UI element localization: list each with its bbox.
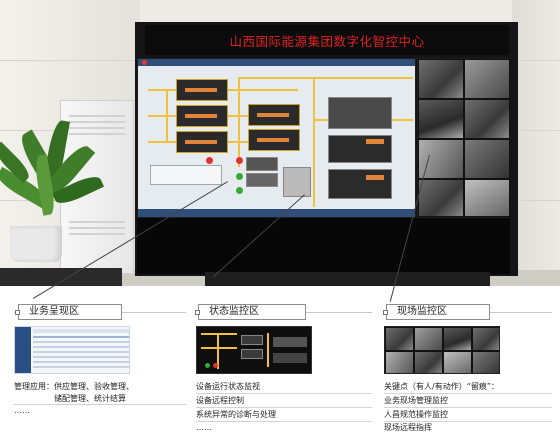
- control-room-photo: 山西国际能源集团数字化智控中心: [0, 0, 560, 286]
- right-wall: [512, 0, 560, 286]
- lower-panel: [137, 218, 510, 274]
- process-screen: [137, 58, 416, 218]
- zone-3-thumbnail: [384, 326, 500, 374]
- zone-3-item-4: 现场远程指挥: [384, 423, 432, 432]
- zone-3-item-3: 人昌规范操作监控: [384, 410, 448, 419]
- zone-3-item-1: 关键点（有人/有动作）“留痕”：: [384, 382, 499, 391]
- zone-1-thumbnail: [14, 326, 130, 374]
- cctv-grid: [417, 58, 510, 218]
- zone-3-item-2: 业务现场管理监控: [384, 396, 448, 405]
- zone-2-label: 状态监控区: [195, 304, 306, 320]
- desk-left: [0, 268, 122, 286]
- zone-1-label: 业务呈现区: [15, 304, 122, 320]
- zone-2-thumbnail: [196, 326, 312, 374]
- zone-2-item-2: 设备远程控制: [196, 396, 244, 405]
- zone-2-item-more: ……: [196, 423, 212, 432]
- zone-2-item-1: 设备运行状态监视: [196, 382, 260, 391]
- zone-1-item-more: ……: [14, 406, 30, 415]
- zone-2-item-3: 系统异常的诊断与处理: [196, 410, 276, 419]
- zone-1-item-1: 管理应用：供应管理、验收管理、: [14, 382, 134, 391]
- zone-3-label: 现场监控区: [383, 304, 490, 320]
- wall-title: 山西国际能源集团数字化智控中心: [229, 34, 425, 49]
- console-desk: [205, 272, 490, 286]
- plant-pot: [10, 226, 62, 262]
